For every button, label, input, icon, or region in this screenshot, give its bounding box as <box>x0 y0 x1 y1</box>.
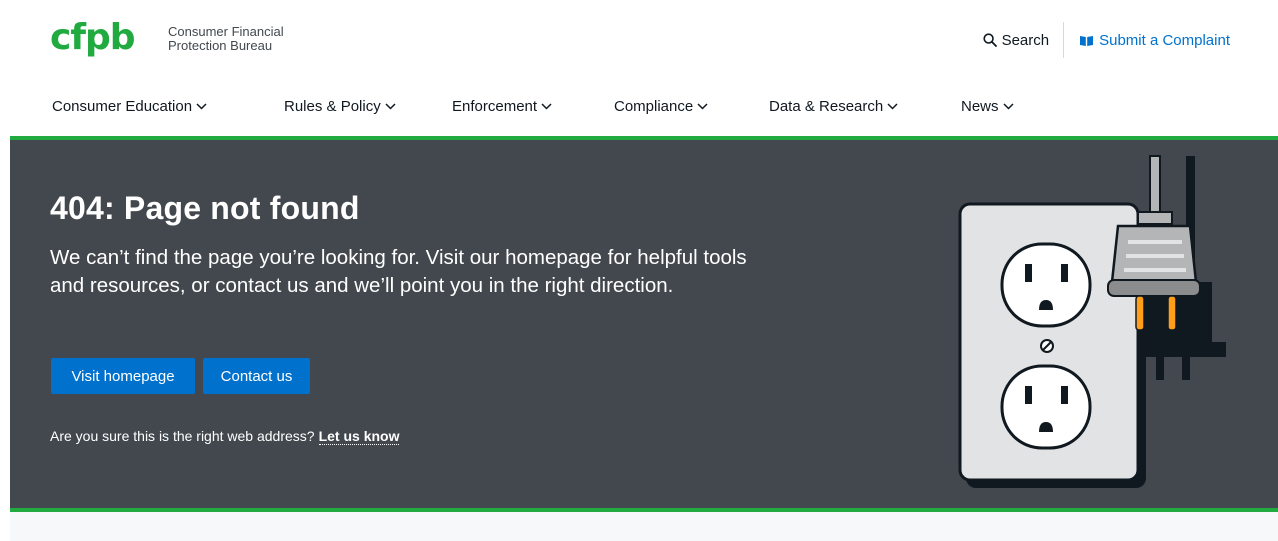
outlet-plug-illustration <box>958 155 1226 488</box>
logo-wordmark: cfpb <box>50 17 135 58</box>
bottom-receptacle <box>1000 364 1092 450</box>
search-button[interactable]: Search <box>982 31 1064 49</box>
grey-cord <box>1149 155 1161 219</box>
site-header: cfpb Consumer Financial Protection Burea… <box>0 0 1278 136</box>
nav-item-label: Compliance <box>614 98 694 115</box>
nav-item-label: Consumer Education <box>52 98 193 115</box>
chevron-down-icon <box>697 103 708 110</box>
nav-item-data-research[interactable]: Data & Research <box>769 98 898 115</box>
cfpb-logo[interactable]: cfpb Consumer Financial Protection Burea… <box>50 16 284 62</box>
content-band <box>10 512 1278 541</box>
nav-item-consumer-education[interactable]: Consumer Education <box>52 98 207 115</box>
page-title: 404: Page not found <box>50 190 360 226</box>
complaint-label: Submit a Complaint <box>1099 31 1230 49</box>
submit-complaint-link[interactable]: Submit a Complaint <box>1064 32 1230 49</box>
contact-us-button[interactable]: Contact us <box>203 358 310 394</box>
error-hero: 404: Page not found We can’t find the pa… <box>10 140 1278 508</box>
agency-name-line2: Protection Bureau <box>168 38 273 53</box>
search-label: Search <box>1001 31 1050 49</box>
nav-item-enforcement[interactable]: Enforcement <box>452 98 552 115</box>
chevron-down-icon <box>1002 103 1014 110</box>
address-note: Are you sure this is the right web addre… <box>50 428 400 445</box>
plug-prong <box>1167 295 1177 331</box>
nav-item-rules-policy[interactable]: Rules & Policy <box>284 98 396 115</box>
let-us-know-link[interactable]: Let us know <box>318 428 400 445</box>
nav-item-label: Data & Research <box>769 98 884 115</box>
chevron-down-icon <box>887 103 898 110</box>
search-icon <box>982 33 997 47</box>
plug-prong <box>1135 295 1145 331</box>
nav-item-label: Enforcement <box>452 98 538 115</box>
agency-name-line1: Consumer Financial <box>168 24 284 39</box>
utility-nav: Search Submit a Complaint <box>982 22 1230 58</box>
nav-item-news[interactable]: News <box>961 98 1014 115</box>
complaint-book-icon <box>1080 35 1094 46</box>
chevron-down-icon <box>541 103 552 110</box>
nav-item-label: News <box>961 98 999 115</box>
cfpb-logo-mark: cfpb <box>50 17 136 58</box>
chevron-down-icon <box>385 103 396 110</box>
visit-homepage-button[interactable]: Visit homepage <box>51 358 195 394</box>
chevron-down-icon <box>196 103 207 110</box>
nav-item-label: Rules & Policy <box>284 98 381 115</box>
top-receptacle <box>1000 242 1092 328</box>
hero-description: We can’t find the page you’re looking fo… <box>50 246 747 297</box>
address-note-text: Are you sure this is the right web addre… <box>50 428 315 444</box>
nav-item-compliance[interactable]: Compliance <box>614 98 708 115</box>
agency-name: Consumer Financial Protection Bureau <box>168 25 284 53</box>
